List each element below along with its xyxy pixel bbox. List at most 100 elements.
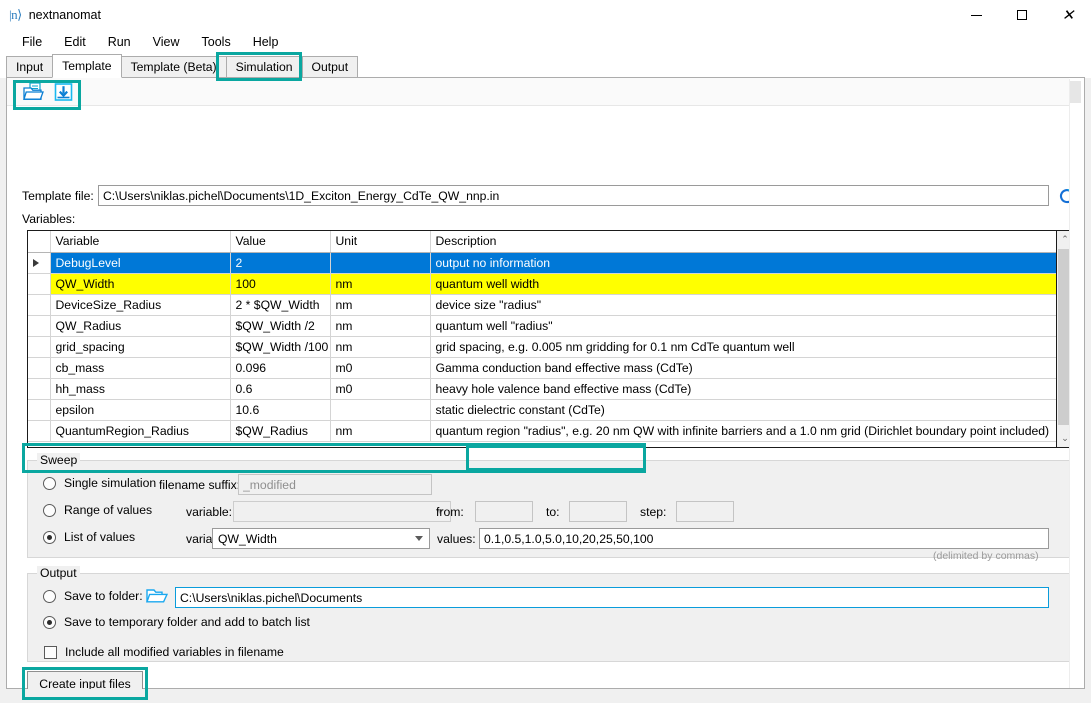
cell-variable[interactable]: QuantumRegion_Radius <box>50 420 230 441</box>
cell-value[interactable]: 10.6 <box>230 399 330 420</box>
cell-description[interactable]: output no information <box>430 252 1058 273</box>
cell-description[interactable]: Gamma conduction band effective mass (Cd… <box>430 357 1058 378</box>
cell-value[interactable]: $QW_Width /100 <box>230 336 330 357</box>
menu-run[interactable]: Run <box>97 32 142 52</box>
cell-value[interactable]: 2 * $QW_Width <box>230 294 330 315</box>
cell-description[interactable]: quantum well "radius" <box>430 315 1058 336</box>
table-row[interactable]: hh_mass 0.6 m0 heavy hole valence band e… <box>28 378 1058 399</box>
filename-suffix-label: filename suffix: <box>159 478 240 492</box>
tab-simulation[interactable]: Simulation <box>226 56 303 77</box>
title-bar: |n⟩ nextnanomat ✕ <box>0 0 1091 30</box>
col-header-value[interactable]: Value <box>230 231 330 252</box>
cell-value[interactable]: $QW_Width /2 <box>230 315 330 336</box>
cell-variable[interactable]: QW_Width <box>50 273 230 294</box>
template-file-input[interactable] <box>98 185 1049 206</box>
radio-range-of-values[interactable]: Range of values <box>43 503 152 517</box>
close-button[interactable]: ✕ <box>1045 0 1091 30</box>
tab-template[interactable]: Template <box>52 54 121 78</box>
menu-edit[interactable]: Edit <box>53 32 97 52</box>
cell-description[interactable]: device size "radius" <box>430 294 1058 315</box>
cell-description[interactable]: grid spacing, e.g. 0.005 nm gridding for… <box>430 336 1058 357</box>
col-header-unit[interactable]: Unit <box>330 231 430 252</box>
output-folder-input[interactable] <box>175 587 1049 608</box>
step-input[interactable] <box>676 501 734 522</box>
cell-unit[interactable]: nm <box>330 315 430 336</box>
cell-variable[interactable]: DeviceSize_Radius <box>50 294 230 315</box>
cell-variable[interactable]: hh_mass <box>50 378 230 399</box>
cell-variable[interactable]: epsilon <box>50 399 230 420</box>
cell-value[interactable]: 0.6 <box>230 378 330 399</box>
list-variable-combo[interactable]: QW_Width <box>212 528 430 549</box>
radio-list-of-values[interactable]: List of values <box>43 530 135 544</box>
menu-file[interactable]: File <box>11 32 53 52</box>
radio-save-to-folder[interactable]: Save to folder: <box>43 589 143 603</box>
cell-description[interactable]: heavy hole valence band effective mass (… <box>430 378 1058 399</box>
variables-table[interactable]: Variable Value Unit Description DebugLev… <box>27 230 1073 448</box>
panel-scrollbar-thumb[interactable] <box>1070 81 1081 103</box>
radio-save-to-temp[interactable]: Save to temporary folder and add to batc… <box>43 615 310 629</box>
maximize-button[interactable] <box>999 0 1045 30</box>
table-row[interactable]: cb_mass 0.096 m0 Gamma conduction band e… <box>28 357 1058 378</box>
cell-value[interactable]: 0.096 <box>230 357 330 378</box>
panel-scrollbar[interactable] <box>1069 79 1083 688</box>
cell-variable[interactable]: grid_spacing <box>50 336 230 357</box>
cell-description[interactable]: quantum well width <box>430 273 1058 294</box>
radio-single-simulation-label: Single simulation <box>64 476 156 490</box>
cell-unit[interactable] <box>330 252 430 273</box>
col-header-description[interactable]: Description <box>430 231 1058 252</box>
cell-unit[interactable]: nm <box>330 420 430 441</box>
status-bar <box>0 689 1091 703</box>
menu-help[interactable]: Help <box>242 32 290 52</box>
output-group: Output Save to folder: Save to temporary… <box>27 573 1073 662</box>
table-row[interactable]: DeviceSize_Radius 2 * $QW_Width nm devic… <box>28 294 1058 315</box>
close-icon: ✕ <box>1062 8 1075 23</box>
cell-unit[interactable]: m0 <box>330 357 430 378</box>
open-template-button[interactable] <box>22 81 46 103</box>
sweep-group-title: Sweep <box>37 453 80 467</box>
cell-variable[interactable]: DebugLevel <box>50 252 230 273</box>
window-controls: ✕ <box>953 0 1091 30</box>
cell-variable[interactable]: cb_mass <box>50 357 230 378</box>
values-input[interactable] <box>479 528 1049 549</box>
import-template-button[interactable] <box>52 81 76 103</box>
cell-value[interactable]: 100 <box>230 273 330 294</box>
menu-tools[interactable]: Tools <box>191 32 242 52</box>
tab-output[interactable]: Output <box>302 56 359 77</box>
row-pointer-cell <box>28 252 50 273</box>
tab-template-beta[interactable]: Template (Beta) <box>121 56 227 77</box>
menu-view[interactable]: View <box>142 32 191 52</box>
template-toolbar <box>7 78 1069 106</box>
col-header-variable[interactable]: Variable <box>50 231 230 252</box>
cell-description[interactable]: quantum region "radius", e.g. 20 nm QW w… <box>430 420 1058 441</box>
radio-single-simulation-indicator <box>43 477 56 490</box>
minimize-button[interactable] <box>953 0 999 30</box>
cell-unit[interactable]: nm <box>330 273 430 294</box>
browse-folder-button[interactable] <box>146 587 168 606</box>
cell-variable[interactable]: QW_Radius <box>50 315 230 336</box>
checkbox-include-modified[interactable]: Include all modified variables in filena… <box>44 645 284 659</box>
row-pointer-cell <box>28 315 50 336</box>
table-row[interactable]: QuantumRegion_Radius $QW_Radius nm quant… <box>28 420 1058 441</box>
cell-unit[interactable] <box>330 399 430 420</box>
to-input[interactable] <box>569 501 627 522</box>
cell-description[interactable]: static dielectric constant (CdTe) <box>430 399 1058 420</box>
cell-unit[interactable]: m0 <box>330 378 430 399</box>
cell-unit[interactable]: nm <box>330 294 430 315</box>
table-row[interactable]: epsilon 10.6 static dielectric constant … <box>28 399 1058 420</box>
table-row[interactable]: QW_Radius $QW_Width /2 nm quantum well "… <box>28 315 1058 336</box>
from-input[interactable] <box>475 501 533 522</box>
cell-unit[interactable]: nm <box>330 336 430 357</box>
cell-value[interactable]: $QW_Radius <box>230 420 330 441</box>
filename-suffix-input[interactable] <box>238 474 432 495</box>
table-row[interactable]: grid_spacing $QW_Width /100 nm grid spac… <box>28 336 1058 357</box>
tab-input[interactable]: Input <box>6 56 53 77</box>
download-box-icon <box>53 82 75 102</box>
radio-single-simulation[interactable]: Single simulation <box>43 476 156 490</box>
cell-value[interactable]: 2 <box>230 252 330 273</box>
menu-bar: File Edit Run View Tools Help <box>0 30 1091 54</box>
radio-save-to-folder-label: Save to folder: <box>64 589 143 603</box>
table-row[interactable]: DebugLevel 2 output no information <box>28 252 1058 273</box>
table-row[interactable]: QW_Width 100 nm quantum well width <box>28 273 1058 294</box>
checkbox-include-modified-label: Include all modified variables in filena… <box>65 645 284 659</box>
range-variable-combo[interactable] <box>233 501 451 522</box>
